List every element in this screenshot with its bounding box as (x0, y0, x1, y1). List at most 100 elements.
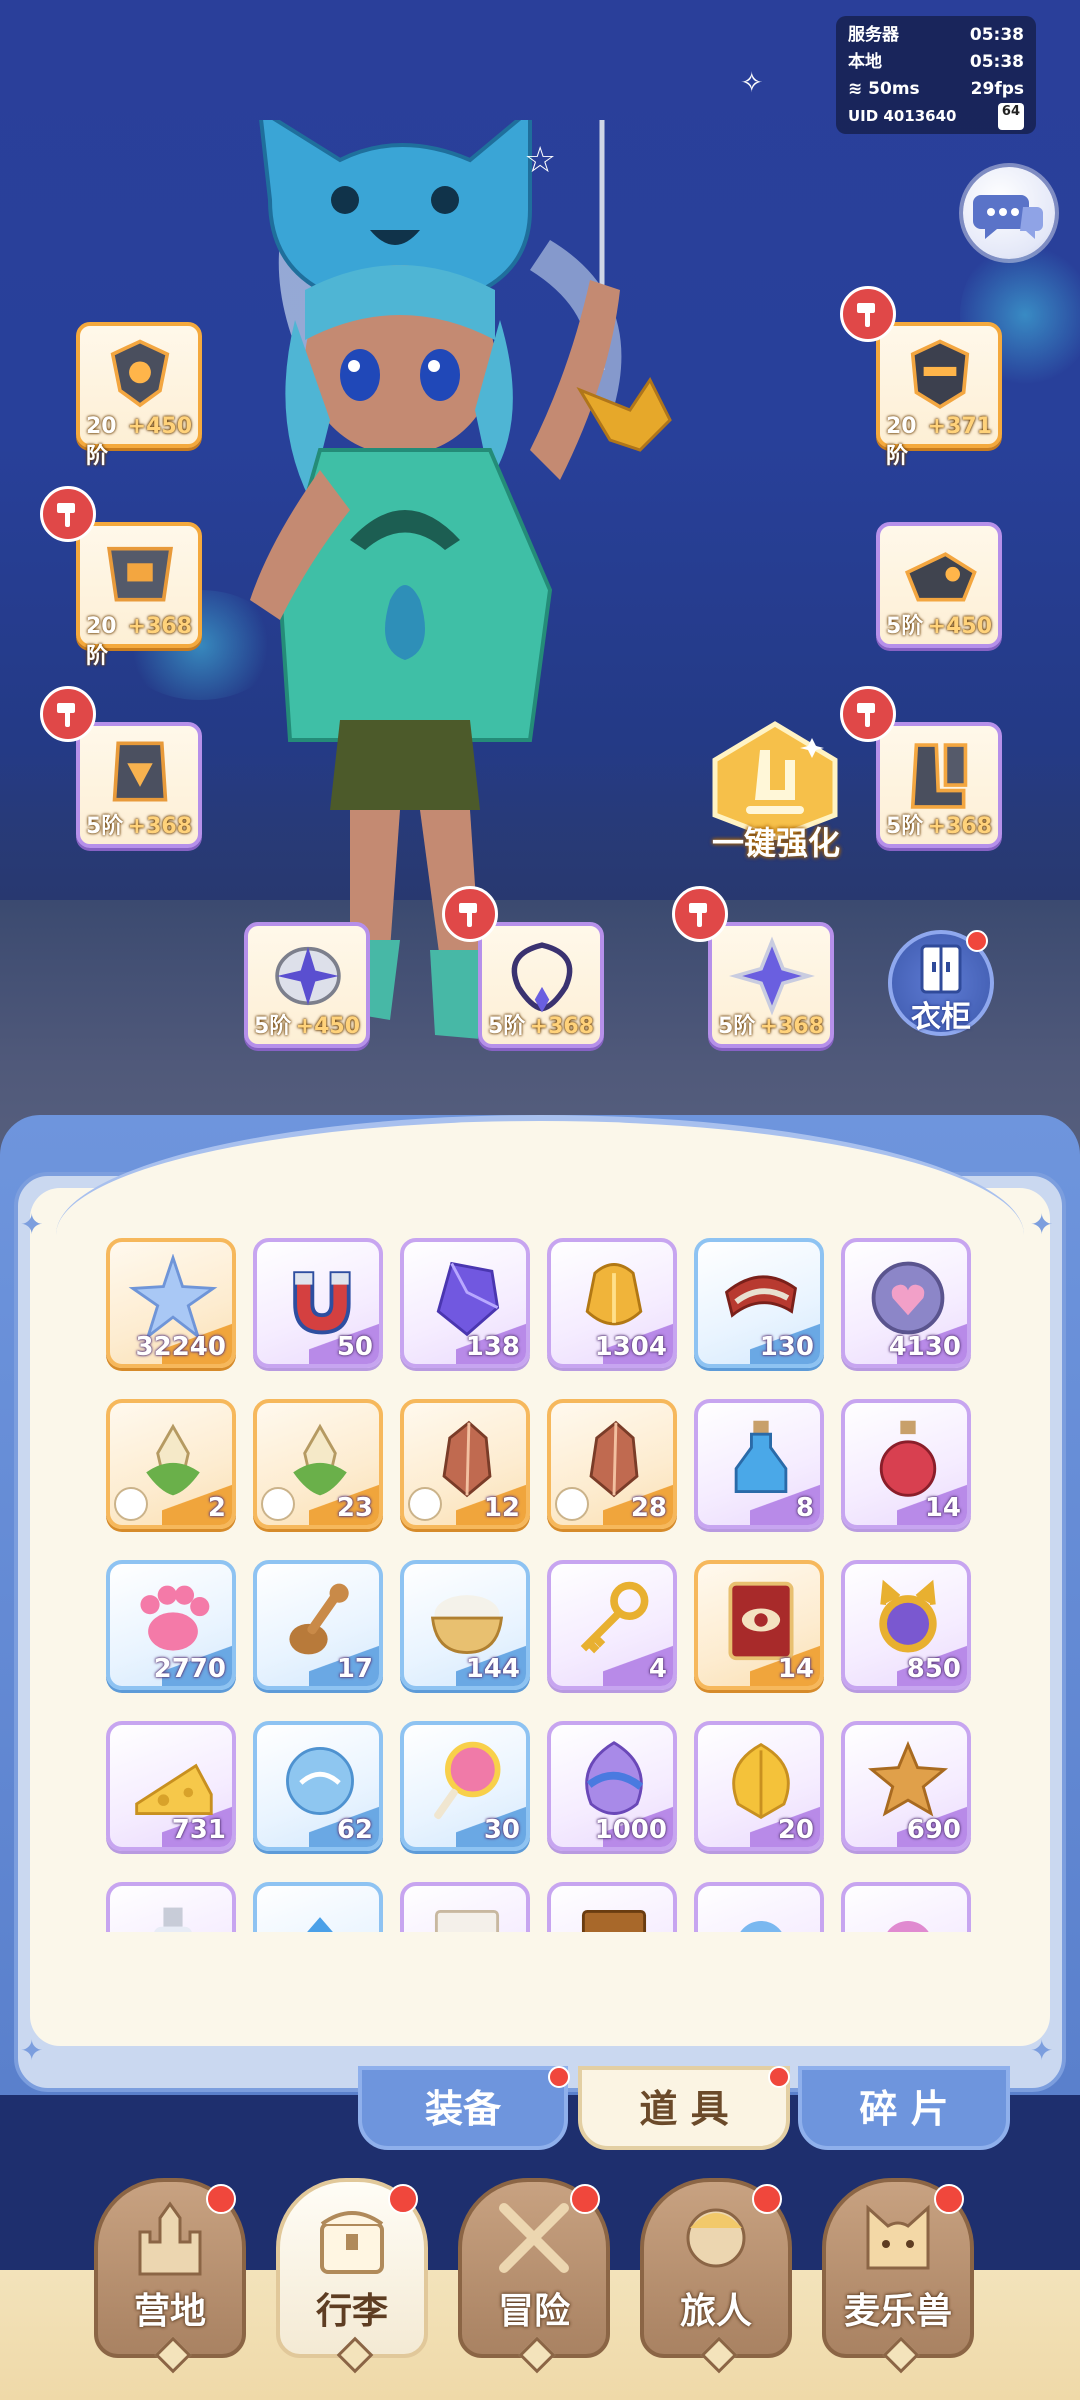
heart-coin-icon (871, 1261, 945, 1335)
inventory-item[interactable]: 4130 (841, 1238, 971, 1368)
item-count: 30 (483, 1815, 520, 1845)
equipment-bonus: +368 (927, 814, 992, 839)
inventory-item[interactable]: 30 (400, 1721, 530, 1851)
inventory-item[interactable]: 144 (400, 1560, 530, 1690)
server-time: 05:38 (969, 25, 1024, 45)
upgrade-hammer-icon[interactable] (40, 486, 96, 542)
nav-notification-dot (206, 2184, 236, 2214)
equipment-slot-right-3[interactable]: 5阶 +368 (876, 722, 1002, 848)
paw-icon (140, 1585, 210, 1651)
inventory-item[interactable]: 17 (253, 1560, 383, 1690)
purple-gem-icon (436, 1261, 500, 1337)
item-count: 50 (336, 1332, 373, 1362)
item-type-badge-icon (261, 1487, 295, 1521)
tab-equipment[interactable]: 装备 (358, 2066, 568, 2150)
corner-ornament: ✦ (20, 2034, 44, 2067)
tab-items[interactable]: 道 具 (578, 2066, 790, 2150)
item-count: 1304 (594, 1332, 667, 1362)
inventory-item[interactable]: 28 (547, 1399, 677, 1529)
equipment-tier: 20阶 (86, 414, 117, 469)
inventory-item[interactable]: 20 (694, 1721, 824, 1851)
inventory-item[interactable]: 138 (400, 1238, 530, 1368)
equipment-icon (112, 741, 168, 802)
item-count: 138 (465, 1332, 520, 1362)
purple-seed-icon (585, 1741, 644, 1815)
inventory-item[interactable]: 1000 (547, 1721, 677, 1851)
inventory-item[interactable]: 1304 (547, 1238, 677, 1368)
equipment-icon (110, 339, 170, 408)
chat-button[interactable] (963, 167, 1055, 259)
item-type-badge-icon (555, 1487, 589, 1521)
item-count: 4 (648, 1654, 667, 1684)
inventory-item[interactable]: 62 (253, 1721, 383, 1851)
inventory-item[interactable]: 130 (694, 1238, 824, 1368)
uid-text: UID 4013640 (848, 107, 957, 125)
upgrade-hammer-icon[interactable] (840, 686, 896, 742)
tab-equipment-notification-dot (548, 2066, 570, 2088)
inventory-item[interactable] (694, 1882, 824, 1932)
upgrade-hammer-icon[interactable] (40, 686, 96, 742)
inventory-item[interactable]: 731 (106, 1721, 236, 1851)
equipment-tier: 5阶 (254, 1014, 292, 1039)
inventory-item[interactable]: 8 (694, 1399, 824, 1529)
equipment-tier: 5阶 (718, 1014, 756, 1039)
inventory-item[interactable] (547, 1882, 677, 1932)
equipment-tier: 5阶 (886, 814, 924, 839)
water-orb-icon (286, 1747, 354, 1815)
equipment-bonus: +368 (759, 1014, 824, 1039)
inventory-item[interactable]: 50 (253, 1238, 383, 1368)
equipment-bonus: +371 (927, 414, 992, 439)
upgrade-hammer-icon[interactable] (442, 886, 498, 942)
inventory-item[interactable]: 850 (841, 1560, 971, 1690)
equipment-slot-left-2[interactable]: 20阶 +368 (76, 522, 202, 669)
equipment-level: 5阶 +450 (882, 612, 996, 642)
inventory-item[interactable] (841, 1882, 971, 1932)
nav-label: 麦乐兽 (843, 2291, 952, 2332)
equipment-slot-left-1[interactable]: 20阶 +450 (76, 322, 202, 469)
equipment-level: 5阶 +368 (882, 812, 996, 842)
inventory-item[interactable] (400, 1882, 530, 1932)
equipment-icon (910, 339, 970, 410)
equipment-slot-bottom-3[interactable]: 5阶 +368 (708, 922, 834, 1048)
wardrobe-notification-dot (966, 930, 988, 952)
tab-equipment-label: 装备 (424, 2087, 501, 2131)
inventory-item[interactable]: 690 (841, 1721, 971, 1851)
inventory-item[interactable] (253, 1882, 383, 1932)
fps-value: 29fps (970, 79, 1024, 99)
inventory-item[interactable]: 12 (400, 1399, 530, 1529)
upgrade-hammer-icon[interactable] (840, 286, 896, 342)
equipment-icon (729, 936, 815, 1016)
equipment-tier: 5阶 (886, 614, 924, 639)
cheese-icon (135, 1763, 213, 1815)
inventory-item[interactable] (106, 1882, 236, 1932)
equipment-slot-right-2[interactable]: 5阶 +450 (876, 522, 1002, 648)
traveler-icon (686, 2208, 746, 2268)
castle-icon (138, 2201, 202, 2276)
golden-leaf-icon (732, 1743, 790, 1820)
sparkle-icon: ✧ (740, 66, 764, 99)
inventory-item[interactable]: 14 (841, 1399, 971, 1529)
equipment-slot-bottom-2[interactable]: 5阶 +368 (478, 922, 604, 1048)
inventory-grid[interactable]: 32240 50 138 1304 130 4130 2 23 12 28 8 14 2770 17 144… (106, 1238, 976, 1932)
one-key-strengthen-button[interactable]: 一键强化 (700, 720, 850, 870)
equipment-icon (910, 743, 968, 809)
equipment-bonus: +450 (295, 1014, 360, 1039)
tab-fragments[interactable]: 碎 片 (798, 2066, 1010, 2150)
equipment-slot-right-1[interactable]: 20阶 +371 (876, 322, 1002, 469)
inventory-item[interactable]: 23 (253, 1399, 383, 1529)
inventory-item[interactable]: 4 (547, 1560, 677, 1690)
status-panel: 服务器 05:38 本地 05:38 ≋ 50ms 29fps UID 4013640… (836, 16, 1036, 134)
tab-fragments-label: 碎 片 (859, 2087, 949, 2131)
equipment-slot-bottom-1[interactable]: 5阶 +450 (244, 922, 370, 1048)
nav-notification-dot (934, 2184, 964, 2214)
item-type-badge-icon (114, 1487, 148, 1521)
inventory-item[interactable]: 2 (106, 1399, 236, 1529)
inventory-item[interactable]: 2770 (106, 1560, 236, 1690)
equipment-level: 5阶 +368 (484, 1012, 598, 1042)
inventory-item[interactable]: 32240 (106, 1238, 236, 1368)
inventory-item[interactable]: 14 (694, 1560, 824, 1690)
upgrade-hammer-icon[interactable] (672, 886, 728, 942)
equipment-slot-left-3[interactable]: 5阶 +368 (76, 722, 202, 848)
item-count: 130 (759, 1332, 814, 1362)
bottle-icon (154, 1907, 192, 1932)
